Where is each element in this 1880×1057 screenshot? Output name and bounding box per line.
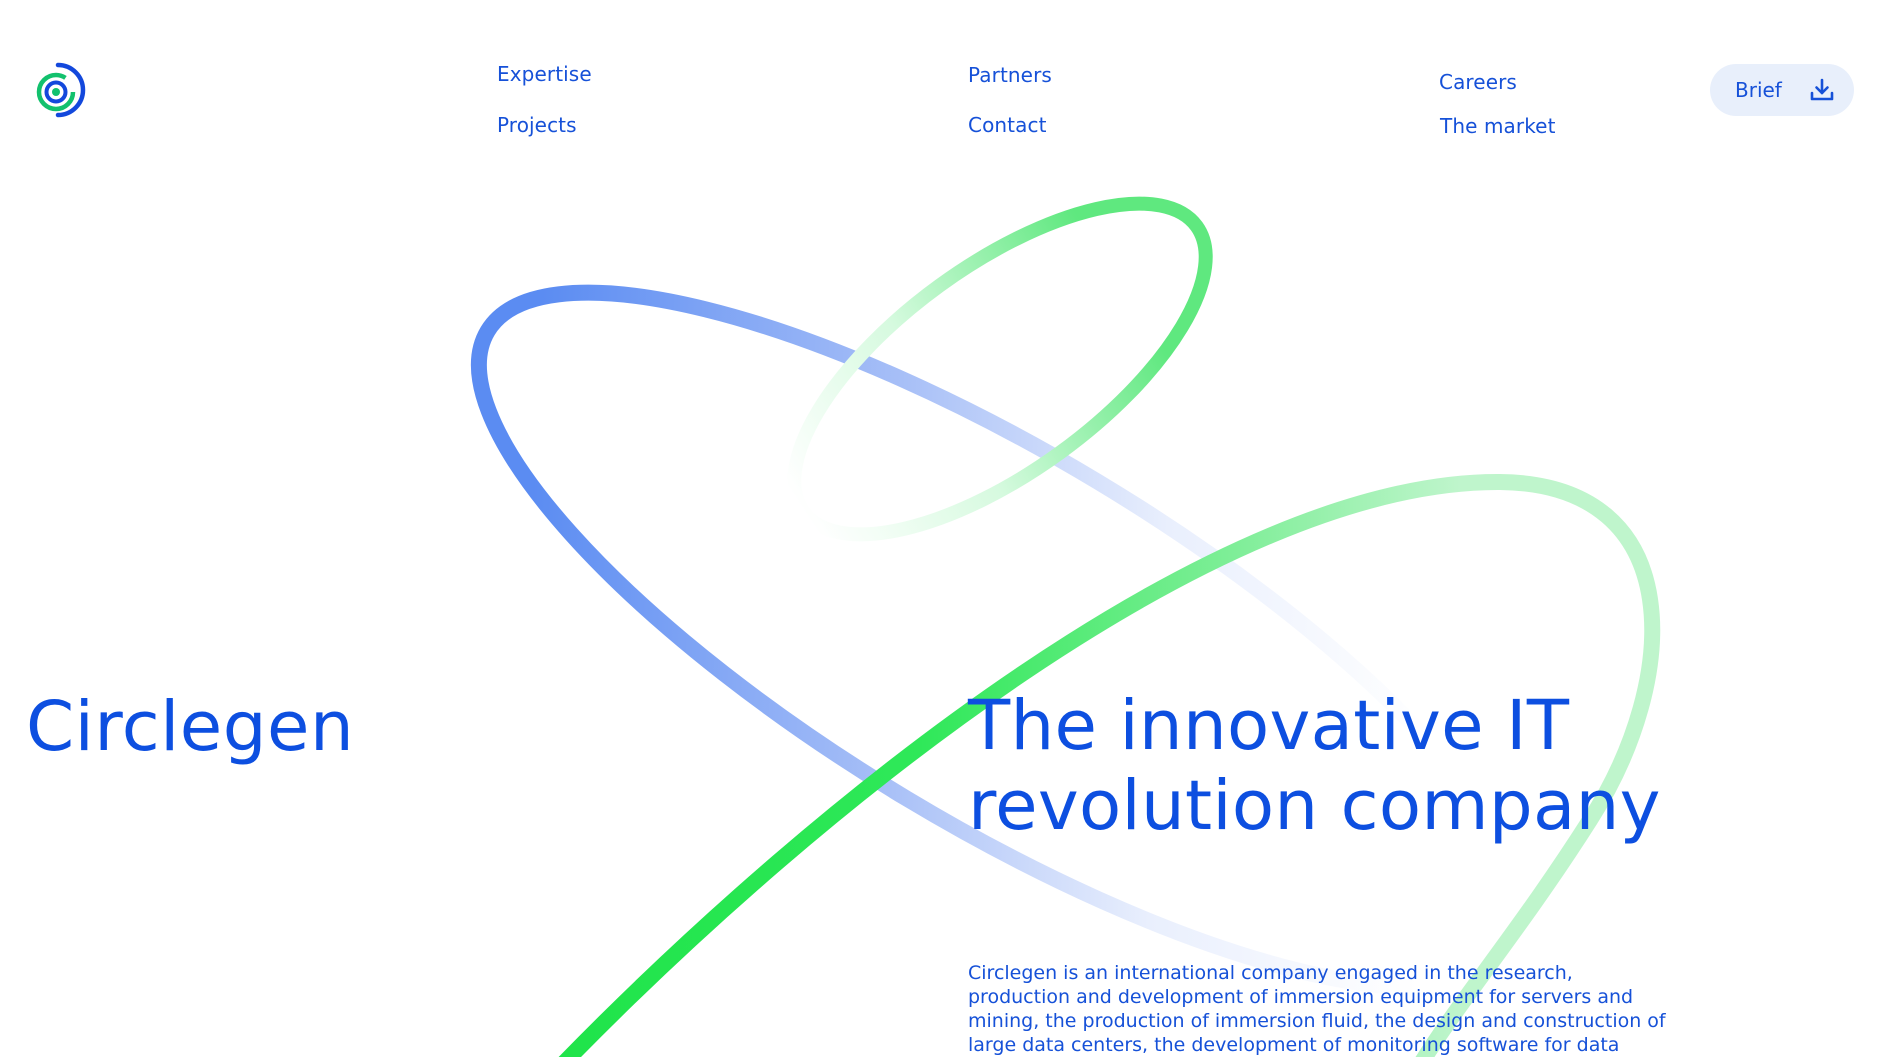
hero-headline-line-1: The innovative IT — [968, 686, 1570, 766]
hero-headline: The innovative IT revolution company — [968, 686, 1668, 846]
small-green-ring — [787, 196, 1213, 542]
landing-page: Expertise Projects Partners Contact Care… — [0, 0, 1880, 1057]
brief-download-button[interactable]: Brief — [1710, 64, 1854, 116]
hero-headline-line-2: revolution company — [968, 766, 1661, 846]
company-description: Circlegen is an international company en… — [968, 962, 1666, 1056]
nav-projects[interactable]: Projects — [497, 113, 577, 137]
nav-expertise[interactable]: Expertise — [497, 62, 592, 86]
brand-name: Circlegen — [26, 687, 355, 767]
nav-the-market[interactable]: The market — [1440, 114, 1556, 138]
decorative-ring-artwork — [470, 196, 1661, 1057]
blue-ring — [470, 284, 1534, 996]
nav-partners[interactable]: Partners — [968, 63, 1052, 87]
nav-contact[interactable]: Contact — [968, 113, 1047, 137]
nav-careers[interactable]: Careers — [1439, 70, 1517, 94]
download-icon — [1809, 77, 1835, 103]
circlegen-logo-icon[interactable] — [30, 62, 86, 118]
brief-button-label: Brief — [1735, 78, 1782, 102]
